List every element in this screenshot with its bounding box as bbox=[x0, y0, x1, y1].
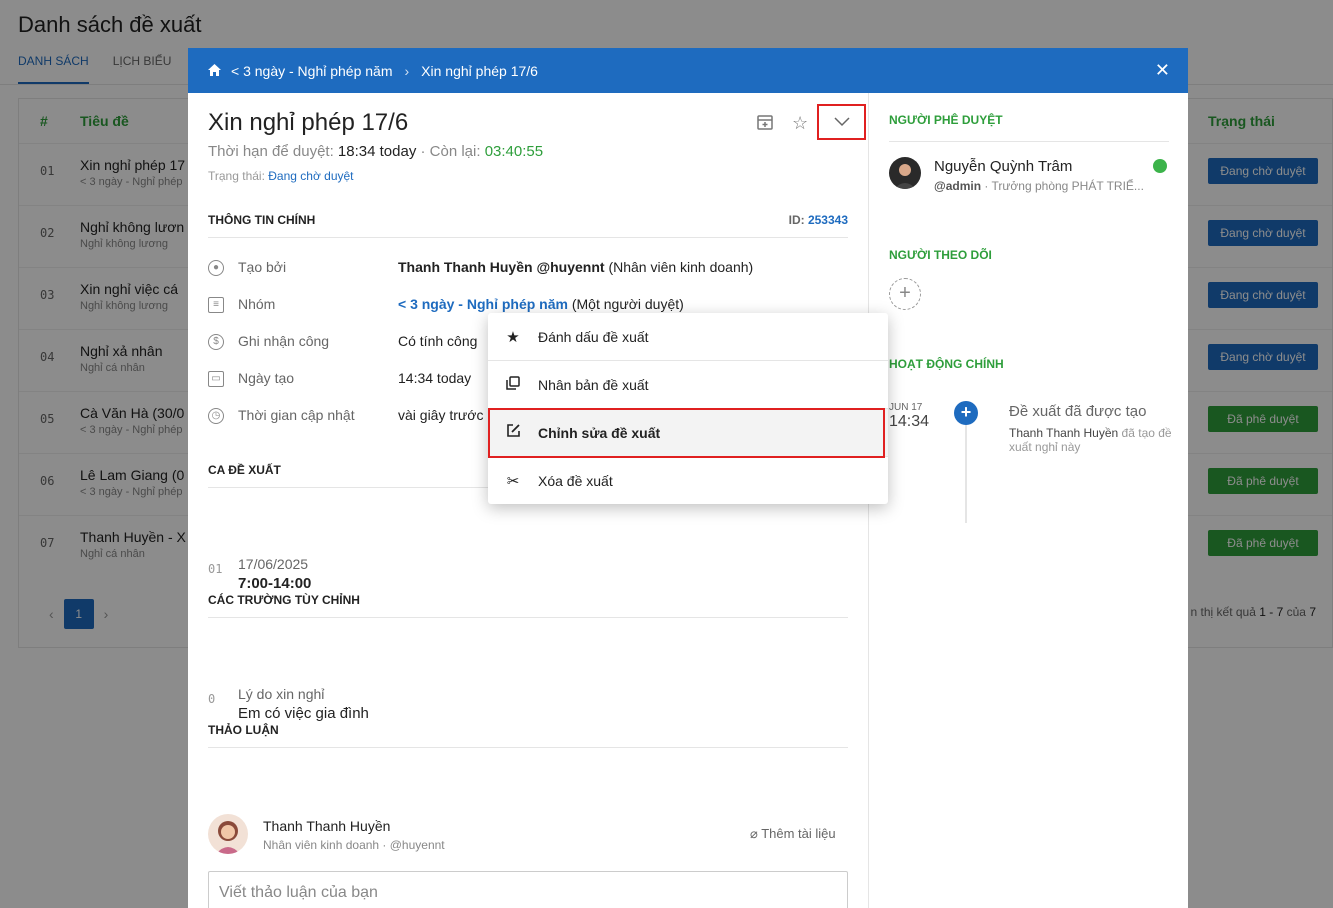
custom-field-index: 0 bbox=[208, 692, 216, 706]
divider bbox=[889, 141, 1169, 142]
breadcrumb-group[interactable]: < 3 ngày - Nghỉ phép năm bbox=[231, 63, 393, 79]
menu-item-mark[interactable]: ★ Đánh dấu đề xuất bbox=[488, 313, 888, 360]
chevron-down-icon[interactable] bbox=[817, 104, 866, 140]
home-icon[interactable] bbox=[208, 63, 221, 79]
group-link[interactable]: < 3 ngày - Nghỉ phép năm bbox=[398, 296, 568, 312]
clipboard-icon: ≡ bbox=[208, 297, 224, 313]
status-value: Đang chờ duyệt bbox=[268, 169, 354, 183]
highlight-edit bbox=[488, 408, 885, 458]
proposal-title: Xin nghỉ phép 17/6 bbox=[208, 109, 409, 136]
custom-field-label: Lý do xin nghỉ bbox=[238, 686, 325, 702]
section-custom-fields: CÁC TRƯỜNG TÙY CHỈNH bbox=[208, 593, 848, 618]
custom-field-value: Em có việc gia đình bbox=[238, 705, 369, 722]
clock-icon: ◷ bbox=[208, 408, 224, 424]
scissors-icon: ✂ bbox=[506, 472, 520, 490]
calendar-icon: ▭ bbox=[208, 371, 224, 387]
section-main-info: THÔNG TIN CHÍNH ID: 253343 bbox=[208, 213, 848, 238]
breadcrumb-current: Xin nghỉ phép 17/6 bbox=[421, 62, 538, 79]
activity-title: Đề xuất đã được tạo bbox=[1009, 403, 1147, 420]
menu-item-duplicate[interactable]: Nhân bản đề xuất bbox=[488, 361, 888, 408]
chevron-right-icon: › bbox=[404, 62, 410, 79]
activity-month: JUN 17 bbox=[889, 402, 923, 413]
online-status bbox=[1153, 159, 1167, 173]
copy-icon bbox=[488, 375, 538, 394]
calendar-add-icon[interactable] bbox=[756, 113, 774, 136]
approver-name: Nguyễn Quỳnh Trâm bbox=[934, 158, 1073, 175]
commenter-name: Thanh Thanh Huyền bbox=[263, 818, 391, 834]
status-line: Trạng thái: Đang chờ duyệt bbox=[208, 169, 354, 183]
modal-header: < 3 ngày - Nghỉ phép năm › Xin nghỉ phép… bbox=[188, 48, 1188, 93]
plus-icon: + bbox=[954, 401, 978, 425]
section-activity: HOẠT ĐỘNG CHÍNH bbox=[889, 357, 1004, 371]
activity-desc: Thanh Thanh Huyền đã tạo đề xuất nghỉ nà… bbox=[1009, 426, 1172, 454]
proposal-sidebar: NGƯỜI PHÊ DUYỆT Nguyễn Quỳnh Trâm @admin… bbox=[868, 93, 1188, 908]
deadline-line: Thời hạn để duyệt: 18:34 today · Còn lại… bbox=[208, 143, 544, 160]
proposal-id: ID: 253343 bbox=[788, 213, 848, 227]
add-follower-icon[interactable]: + bbox=[889, 278, 921, 310]
close-icon[interactable]: ✕ bbox=[1155, 60, 1170, 81]
shift-time: 7:00-14:00 bbox=[238, 575, 312, 592]
paperclip-icon: ⌀ bbox=[750, 826, 758, 841]
title-actions: ☆ bbox=[756, 113, 808, 136]
attach-button[interactable]: ⌀ Thêm tài liệu bbox=[750, 826, 836, 842]
approver-role: @admin · Trưởng phòng PHÁT TRIỂ... bbox=[934, 179, 1144, 193]
star-icon[interactable]: ☆ bbox=[792, 113, 808, 136]
section-followers: NGƯỜI THEO DÕI bbox=[889, 248, 992, 262]
shift-date: 17/06/2025 bbox=[238, 556, 309, 572]
info-created-by: ● Tạo bởi Thanh Thanh Huyền @huyennt (Nh… bbox=[208, 259, 848, 281]
approver-avatar bbox=[889, 157, 921, 189]
shift-index: 01 bbox=[208, 562, 223, 576]
avatar bbox=[208, 814, 248, 854]
dollar-icon: $ bbox=[208, 334, 224, 350]
menu-item-delete[interactable]: ✂ Xóa đề xuất bbox=[488, 457, 888, 504]
section-discussion: THẢO LUẬN bbox=[208, 723, 848, 748]
section-approvers: NGƯỜI PHÊ DUYỆT bbox=[889, 113, 1003, 127]
user-icon: ● bbox=[208, 260, 224, 276]
star-filled-icon: ★ bbox=[506, 328, 520, 346]
activity-time: 14:34 bbox=[889, 413, 930, 430]
comment-input[interactable]: Viết thảo luận của bạn bbox=[208, 871, 848, 908]
timeline-line bbox=[965, 413, 967, 523]
commenter-role: Nhân viên kinh doanh · @huyennt bbox=[263, 838, 445, 852]
